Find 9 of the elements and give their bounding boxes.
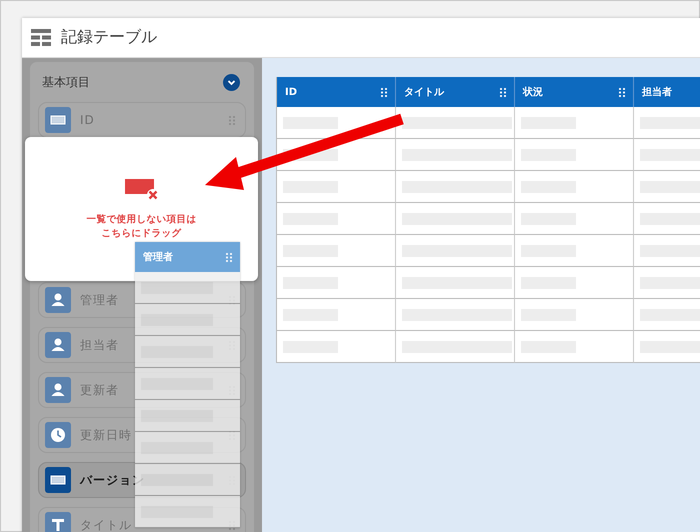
drop-hint: こちらにドラッグ [102, 227, 182, 241]
column-header-label: 管理者 [143, 250, 173, 264]
column-header[interactable]: タイトル [396, 77, 515, 107]
window-title: 記録テーブル [61, 27, 157, 48]
column-header[interactable]: 状況 [515, 77, 634, 107]
column-header[interactable]: ID [277, 77, 396, 107]
column-header[interactable]: 担当者 [634, 77, 700, 107]
section-title: 基本項目 [42, 74, 90, 90]
drop-hint: 一覧で使用しない項目は [86, 213, 196, 227]
